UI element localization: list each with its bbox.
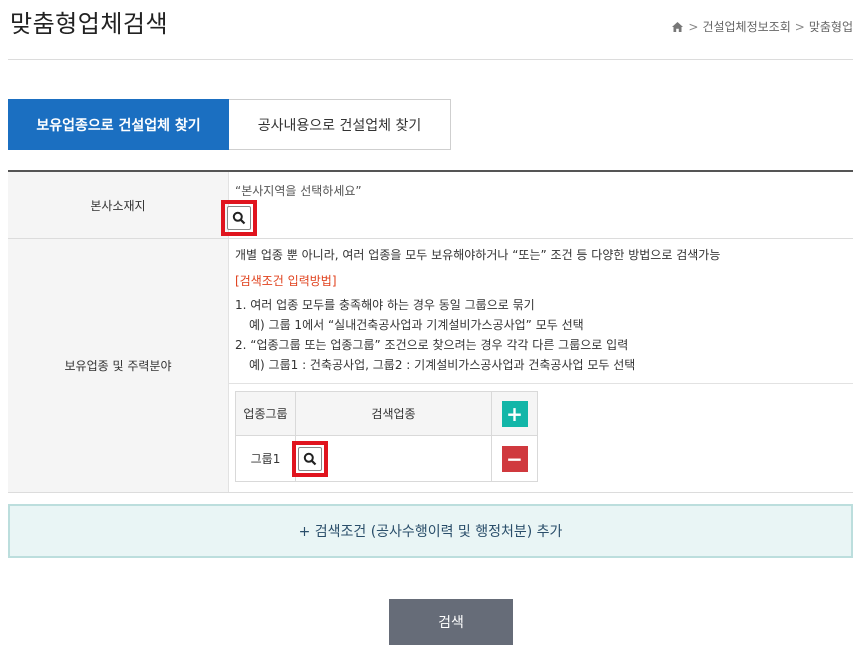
hq-location-hint: “본사지역을 선택하세요” bbox=[235, 184, 362, 198]
hq-location-label: 본사소재지 bbox=[8, 172, 229, 238]
business-types-row: 보유업종 및 주력분야 개별 업종 뿐 아니라, 여러 업종을 모두 보유해야하… bbox=[8, 239, 853, 493]
chevron-right-icon: > bbox=[688, 19, 699, 34]
chevron-right-icon: > bbox=[794, 19, 805, 34]
business-type-search-button[interactable] bbox=[298, 446, 322, 471]
method-step: 예) 그룹1 : 건축공사업, 그룹2 : 기계설비가스공사업과 건축공사업 모… bbox=[249, 358, 636, 372]
hq-location-search-button[interactable] bbox=[227, 206, 251, 230]
method-title: [검색조건 입력방법] bbox=[235, 274, 337, 288]
search-mode-tabs: 보유업종으로 건설업체 찾기 공사내용으로 건설업체 찾기 bbox=[8, 99, 451, 150]
table-row: 그룹1 − bbox=[235, 435, 538, 482]
tab-by-business-type[interactable]: 보유업종으로 건설업체 찾기 bbox=[8, 99, 229, 150]
add-group-cell: + bbox=[491, 391, 538, 436]
business-types-intro: 개별 업종 뿐 아니라, 여러 업종을 모두 보유해야하거나 “또는” 조건 등… bbox=[235, 248, 721, 262]
page-title: 맞춤형업체검색 bbox=[10, 10, 169, 38]
breadcrumb-item-current[interactable]: 맞춤형업 bbox=[809, 18, 853, 35]
search-icon bbox=[303, 452, 317, 465]
divider bbox=[8, 59, 853, 60]
home-icon[interactable] bbox=[671, 21, 684, 33]
tab-by-construction-content[interactable]: 공사내용으로 건설업체 찾기 bbox=[229, 99, 451, 150]
highlight-box bbox=[221, 200, 257, 236]
remove-group-button[interactable]: − bbox=[501, 445, 528, 472]
highlight-box bbox=[292, 440, 328, 477]
breadcrumb-item-company-info[interactable]: 건설업체정보조회 bbox=[702, 18, 790, 35]
method-step: 예) 그룹 1에서 “실내건축공사업과 기계설비가스공사업” 모두 선택 bbox=[249, 318, 584, 332]
search-form: 본사소재지 “본사지역을 선택하세요” 보유업종 및 주력분야 개별 업종 뿐 … bbox=[8, 170, 853, 493]
group-name: 그룹1 bbox=[235, 435, 296, 482]
hq-location-row: 본사소재지 “본사지역을 선택하세요” bbox=[8, 172, 853, 239]
method-step: 2. “업종그룹 또는 업종그룹” 조건으로 찾으려는 경우 각각 다른 그룹으… bbox=[235, 338, 629, 352]
col-header-search: 검색업종 bbox=[295, 391, 492, 436]
add-group-button[interactable]: + bbox=[501, 400, 528, 427]
search-icon bbox=[232, 211, 246, 225]
add-condition-button[interactable]: + 검색조건 (공사수행이력 및 행정처분) 추가 bbox=[8, 504, 853, 558]
business-types-label: 보유업종 및 주력분야 bbox=[8, 239, 229, 492]
method-step: 1. 여러 업종 모두를 충족해야 하는 경우 동일 그룹으로 묶기 bbox=[235, 298, 535, 312]
col-header-group: 업종그룹 bbox=[235, 391, 296, 436]
business-group-table: 업종그룹 검색업종 + 그룹1 − bbox=[235, 391, 538, 482]
breadcrumb: > 건설업체정보조회 > 맞춤형업 bbox=[671, 18, 853, 35]
search-submit-button[interactable]: 검색 bbox=[389, 599, 513, 645]
